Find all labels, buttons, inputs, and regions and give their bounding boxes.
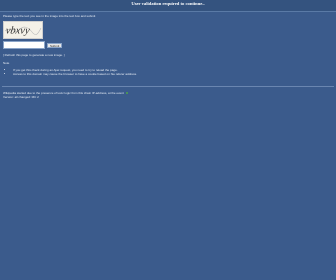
footer: Wikipedia started due to the presence of… xyxy=(3,91,333,99)
header-bar: User validation required to continue.. xyxy=(0,0,336,12)
instructions-text: Please type the text you see in the imag… xyxy=(3,14,96,18)
divider xyxy=(2,86,334,87)
captcha-text: vbxvy xyxy=(5,26,31,37)
page-title: User validation required to continue.. xyxy=(131,1,205,6)
note-list: If you get this check during an Ajax req… xyxy=(3,68,333,76)
main-content: Please type the text you see in the imag… xyxy=(3,14,333,76)
refresh-link[interactable]: [ Refresh this page to generate a new im… xyxy=(3,53,65,57)
captcha-form: Submit xyxy=(3,41,333,50)
note-item: Access to this domain may cause the brow… xyxy=(13,72,333,76)
footer-line: Version: all changed: MC 2 xyxy=(3,95,39,100)
note-title: Note xyxy=(3,61,10,66)
green-dot-icon xyxy=(125,92,128,95)
captcha-svg: vbxvy xyxy=(4,22,42,39)
captcha-input[interactable] xyxy=(3,41,45,50)
captcha-image: vbxvy xyxy=(3,21,43,40)
submit-button[interactable]: Submit xyxy=(47,42,63,48)
